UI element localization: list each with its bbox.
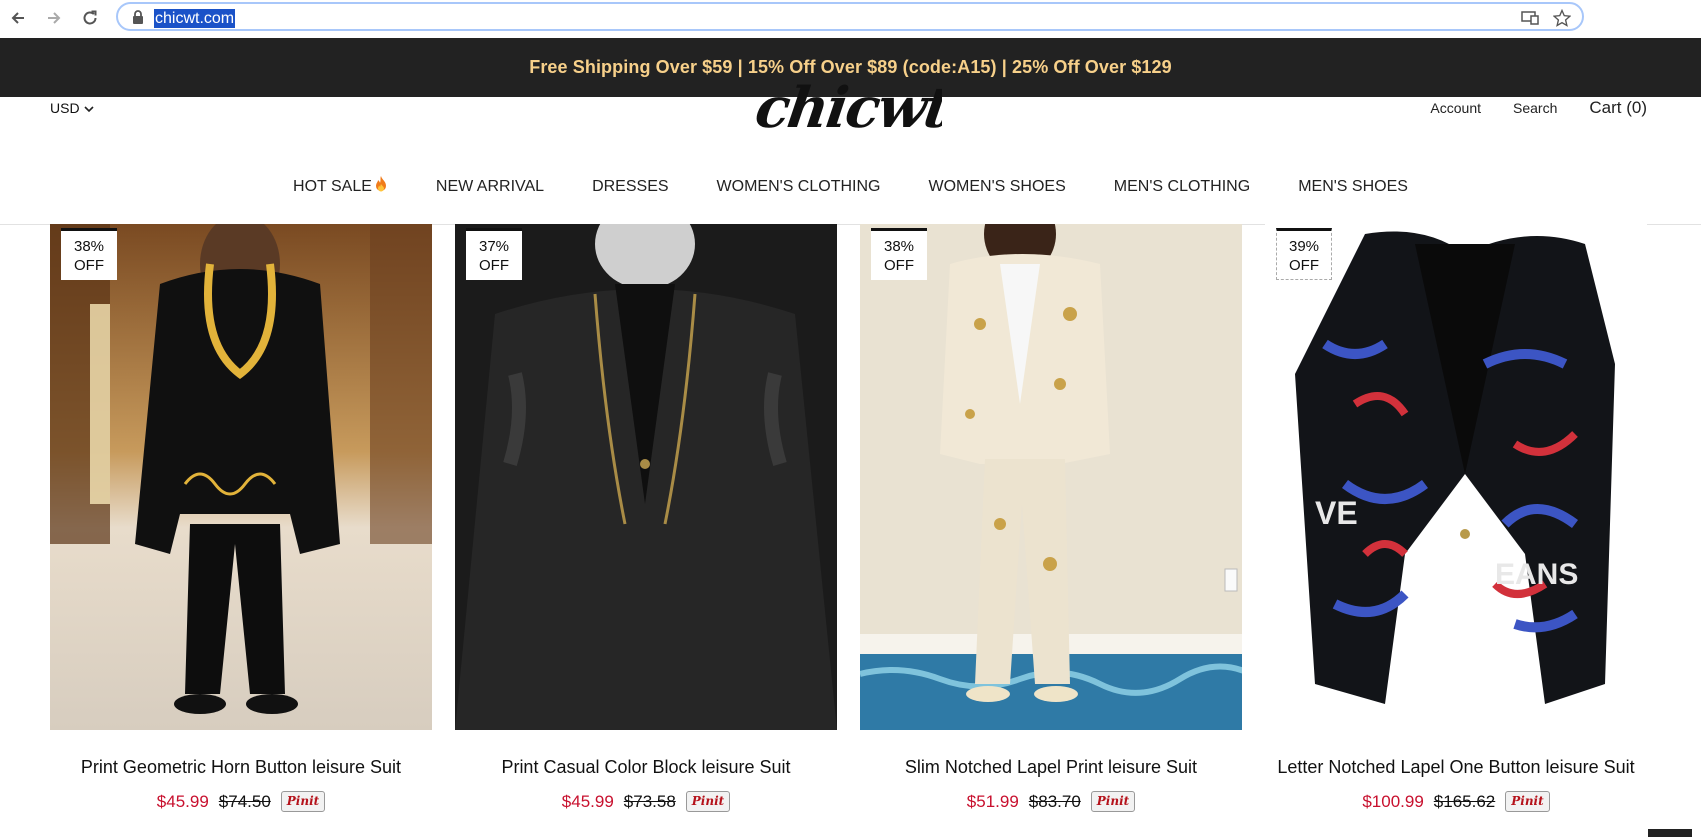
chevron-down-icon (83, 100, 94, 116)
currency-selector[interactable]: USD (50, 100, 94, 116)
product-card[interactable]: 38% OFF Slim Notched Lapel Print leisure… (860, 224, 1242, 812)
main-navigation: HOT SALE NEW ARRIVAL DRESSES WOMEN'S CLO… (0, 175, 1701, 198)
bookmark-star-icon[interactable] (1552, 8, 1572, 28)
product-image[interactable]: 37% OFF (455, 224, 837, 730)
product-image[interactable]: VE EANS 39% OFF (1265, 224, 1647, 730)
svg-text:EANS: EANS (1495, 558, 1578, 591)
product-title[interactable]: Print Geometric Horn Button leisure Suit (50, 757, 432, 778)
discount-badge: 38% OFF (871, 228, 927, 280)
nav-item-womens-shoes[interactable]: WOMEN'S SHOES (928, 175, 1065, 198)
nav-item-label: HOT SALE (293, 177, 372, 195)
discount-percent: 38% (883, 238, 915, 255)
svg-text:VE: VE (1315, 495, 1358, 531)
cart-link[interactable]: Cart (0) (1589, 98, 1647, 118)
product-card[interactable]: 37% OFF Print Casual Color Block leisure… (455, 224, 837, 812)
lock-icon (132, 10, 144, 29)
pinterest-pin-button[interactable]: Pinit (280, 791, 326, 812)
back-icon[interactable] (6, 6, 30, 30)
sale-price: $100.99 (1362, 791, 1424, 811)
nav-item-hot-sale[interactable]: HOT SALE (293, 175, 388, 198)
nav-item-mens-shoes[interactable]: MEN'S SHOES (1298, 175, 1408, 198)
logo-text: chicwt (756, 79, 942, 139)
product-prices: $45.99 $74.50 Pinit (50, 791, 432, 812)
url-text[interactable]: chicwt.com (154, 9, 236, 28)
pinterest-pin-button[interactable]: Pinit (1505, 791, 1550, 812)
discount-percent: 37% (478, 238, 510, 255)
fire-icon (374, 175, 388, 198)
product-title[interactable]: Letter Notched Lapel One Button leisure … (1265, 757, 1647, 778)
nav-item-mens-clothing[interactable]: MEN'S CLOTHING (1114, 175, 1250, 198)
account-link[interactable]: Account (1430, 100, 1481, 116)
product-prices: $51.99 $83.70 Pinit (860, 791, 1242, 812)
product-image[interactable]: 38% OFF (860, 224, 1242, 730)
header-links: Account Search Cart (0) (1430, 98, 1647, 118)
browser-toolbar: chicwt.com (0, 0, 1701, 39)
discount-percent: 38% (73, 238, 105, 255)
site-logo[interactable]: chicwt (756, 79, 942, 139)
nav-item-new-arrival[interactable]: NEW ARRIVAL (436, 175, 544, 198)
promo-text: Free Shipping Over $59 | 15% Off Over $8… (529, 57, 1172, 77)
sale-price: $45.99 (156, 791, 209, 811)
pinterest-pin-button[interactable]: Pinit (685, 791, 731, 812)
site-header: USD chicwt Account Search Cart (0) HOT S… (0, 79, 1701, 225)
pinterest-pin-button[interactable]: Pinit (1090, 791, 1136, 812)
address-bar[interactable]: chicwt.com (116, 2, 1584, 31)
discount-off-label: OFF (74, 257, 104, 274)
sale-price: $51.99 (966, 791, 1019, 811)
forward-icon[interactable] (42, 6, 66, 30)
product-title[interactable]: Slim Notched Lapel Print leisure Suit (860, 757, 1242, 778)
discount-off-label: OFF (884, 257, 914, 274)
discount-badge: 39% OFF (1276, 228, 1332, 280)
chat-widget-edge[interactable] (1648, 829, 1692, 837)
product-card[interactable]: VE EANS 39% OFF Letter Notched Lapel One… (1265, 224, 1647, 812)
install-app-icon[interactable] (1520, 8, 1540, 28)
discount-badge: 38% OFF (61, 228, 117, 280)
product-prices: $45.99 $73.58 Pinit (455, 791, 837, 812)
reload-icon[interactable] (78, 6, 102, 30)
product-image[interactable]: 38% OFF (50, 224, 432, 730)
sale-price: $45.99 (561, 791, 614, 811)
discount-badge: 37% OFF (466, 228, 522, 280)
original-price: $165.62 (1433, 791, 1496, 811)
original-price: $74.50 (218, 791, 271, 811)
discount-percent: 39% (1288, 238, 1320, 255)
product-prices: $100.99 $165.62 Pinit (1265, 791, 1647, 812)
discount-off-label: OFF (479, 257, 509, 274)
original-price: $73.58 (623, 791, 676, 811)
product-card[interactable]: 38% OFF Print Geometric Horn Button leis… (50, 224, 432, 812)
discount-off-label: OFF (1289, 257, 1319, 274)
search-link[interactable]: Search (1513, 100, 1557, 116)
original-price: $83.70 (1028, 791, 1081, 811)
currency-label: USD (50, 100, 80, 116)
nav-item-dresses[interactable]: DRESSES (592, 175, 668, 198)
product-title[interactable]: Print Casual Color Block leisure Suit (455, 757, 837, 778)
nav-item-womens-clothing[interactable]: WOMEN'S CLOTHING (717, 175, 881, 198)
